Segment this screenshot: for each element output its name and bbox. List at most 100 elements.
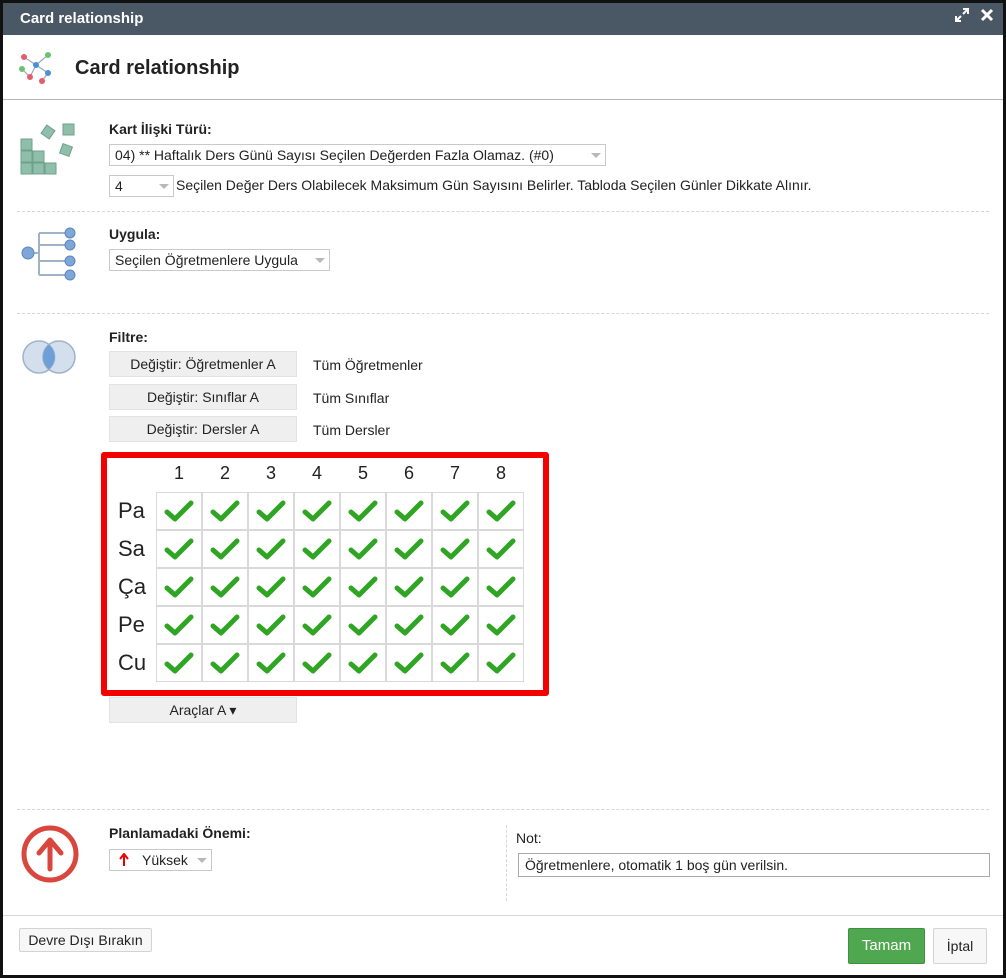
checkmark-icon xyxy=(440,538,470,560)
grid-cell[interactable] xyxy=(294,492,340,530)
disable-button[interactable]: Devre Dışı Bırakın xyxy=(19,928,152,952)
relation-type-select[interactable]: 04) ** Haftalık Ders Günü Sayısı Seçilen… xyxy=(109,144,606,166)
checkmark-icon xyxy=(256,538,286,560)
grid-cell[interactable] xyxy=(432,530,478,568)
grid-cell[interactable] xyxy=(202,492,248,530)
grid-cell[interactable] xyxy=(386,530,432,568)
grid-cell[interactable] xyxy=(248,530,294,568)
grid-cell[interactable] xyxy=(478,492,524,530)
apply-label: Uygula: xyxy=(109,226,161,242)
grid-cell[interactable] xyxy=(432,492,478,530)
grid-cell[interactable] xyxy=(156,644,202,682)
checkmark-icon xyxy=(164,652,194,674)
blocks-icon xyxy=(19,121,79,184)
grid-column-header[interactable]: 1 xyxy=(156,463,202,484)
grid-cell[interactable] xyxy=(432,606,478,644)
grid-cell[interactable] xyxy=(202,606,248,644)
grid-column-header[interactable]: 8 xyxy=(478,463,524,484)
checkmark-icon xyxy=(302,652,332,674)
grid-cell[interactable] xyxy=(478,606,524,644)
expand-icon[interactable] xyxy=(955,8,969,27)
apply-select[interactable]: Seçilen Öğretmenlere Uygula xyxy=(109,249,330,271)
checkmark-icon xyxy=(394,538,424,560)
change-subjects-button[interactable]: Değiştir: Dersler A xyxy=(109,416,297,442)
grid-row-header[interactable]: Pe xyxy=(118,612,145,638)
checkmark-icon xyxy=(394,500,424,522)
grid-cell[interactable] xyxy=(340,606,386,644)
grid-cell[interactable] xyxy=(340,530,386,568)
grid-column-header[interactable]: 7 xyxy=(432,463,478,484)
grid-cell[interactable] xyxy=(248,606,294,644)
grid-cell[interactable] xyxy=(340,492,386,530)
close-icon[interactable] xyxy=(980,8,994,27)
grid-cell[interactable] xyxy=(386,644,432,682)
checkmark-icon xyxy=(164,614,194,636)
arrow-up-icon xyxy=(119,852,129,870)
grid-row-header[interactable]: Pa xyxy=(118,498,145,524)
checkmark-icon xyxy=(486,576,516,598)
checkmark-icon xyxy=(302,500,332,522)
checkmark-icon xyxy=(164,538,194,560)
change-teachers-button[interactable]: Değiştir: Öğretmenler A xyxy=(109,351,297,377)
grid-column-header[interactable]: 2 xyxy=(202,463,248,484)
grid-cell[interactable] xyxy=(386,492,432,530)
checkmark-icon xyxy=(348,576,378,598)
grid-column-header[interactable]: 6 xyxy=(386,463,432,484)
checkmark-icon xyxy=(256,576,286,598)
checkmark-icon xyxy=(348,500,378,522)
grid-cell[interactable] xyxy=(248,492,294,530)
grid-column-header[interactable]: 3 xyxy=(248,463,294,484)
grid-cell[interactable] xyxy=(294,644,340,682)
grid-cell[interactable] xyxy=(432,568,478,606)
grid-column-header[interactable]: 5 xyxy=(340,463,386,484)
grid-cell[interactable] xyxy=(340,568,386,606)
grid-row-header[interactable]: Ça xyxy=(118,574,146,600)
grid-cell[interactable] xyxy=(478,644,524,682)
grid-cell[interactable] xyxy=(478,530,524,568)
window-titlebar[interactable]: Card relationship xyxy=(3,3,1003,35)
max-days-select[interactable]: 4 xyxy=(109,175,174,197)
classes-filter-value: Tüm Sınıflar xyxy=(313,390,390,406)
tools-button[interactable]: Araçlar A ▾ xyxy=(109,697,297,723)
grid-cell[interactable] xyxy=(202,530,248,568)
arrow-up-icon xyxy=(19,823,81,888)
grid-cell[interactable] xyxy=(478,568,524,606)
relation-type-selected: 04) ** Haftalık Ders Günü Sayısı Seçilen… xyxy=(115,147,554,163)
checkmark-icon xyxy=(164,576,194,598)
note-label: Not: xyxy=(516,830,542,846)
grid-cell[interactable] xyxy=(386,606,432,644)
dialog-header: Card relationship xyxy=(3,35,1003,100)
grid-cell[interactable] xyxy=(386,568,432,606)
grid-cell[interactable] xyxy=(248,644,294,682)
grid-cell[interactable] xyxy=(432,644,478,682)
checkmark-icon xyxy=(486,500,516,522)
grid-cell[interactable] xyxy=(340,644,386,682)
chevron-down-icon xyxy=(197,858,207,863)
grid-cell[interactable] xyxy=(202,568,248,606)
checkmark-icon xyxy=(256,652,286,674)
grid-row-header[interactable]: Sa xyxy=(118,536,145,562)
checkmark-icon xyxy=(164,500,194,522)
priority-select[interactable]: Yüksek xyxy=(109,849,212,871)
relation-type-label: Kart İlişki Türü: xyxy=(109,121,212,137)
note-input[interactable] xyxy=(518,853,990,877)
checkmark-icon xyxy=(440,614,470,636)
grid-cell[interactable] xyxy=(156,568,202,606)
grid-cell[interactable] xyxy=(294,568,340,606)
cancel-button[interactable]: İptal xyxy=(933,928,987,964)
checkmark-icon xyxy=(210,576,240,598)
ok-button[interactable]: Tamam xyxy=(848,928,925,964)
grid-cell[interactable] xyxy=(248,568,294,606)
grid-cell[interactable] xyxy=(294,530,340,568)
grid-cell[interactable] xyxy=(156,606,202,644)
venn-diagram-icon xyxy=(17,337,81,380)
grid-cell[interactable] xyxy=(156,492,202,530)
grid-cell[interactable] xyxy=(294,606,340,644)
grid-cell[interactable] xyxy=(202,644,248,682)
checkmark-icon xyxy=(302,614,332,636)
grid-row-header[interactable]: Cu xyxy=(118,650,146,676)
grid-column-header[interactable]: 4 xyxy=(294,463,340,484)
change-classes-button[interactable]: Değiştir: Sınıflar A xyxy=(109,384,297,410)
grid-cell[interactable] xyxy=(156,530,202,568)
checkmark-icon xyxy=(348,538,378,560)
